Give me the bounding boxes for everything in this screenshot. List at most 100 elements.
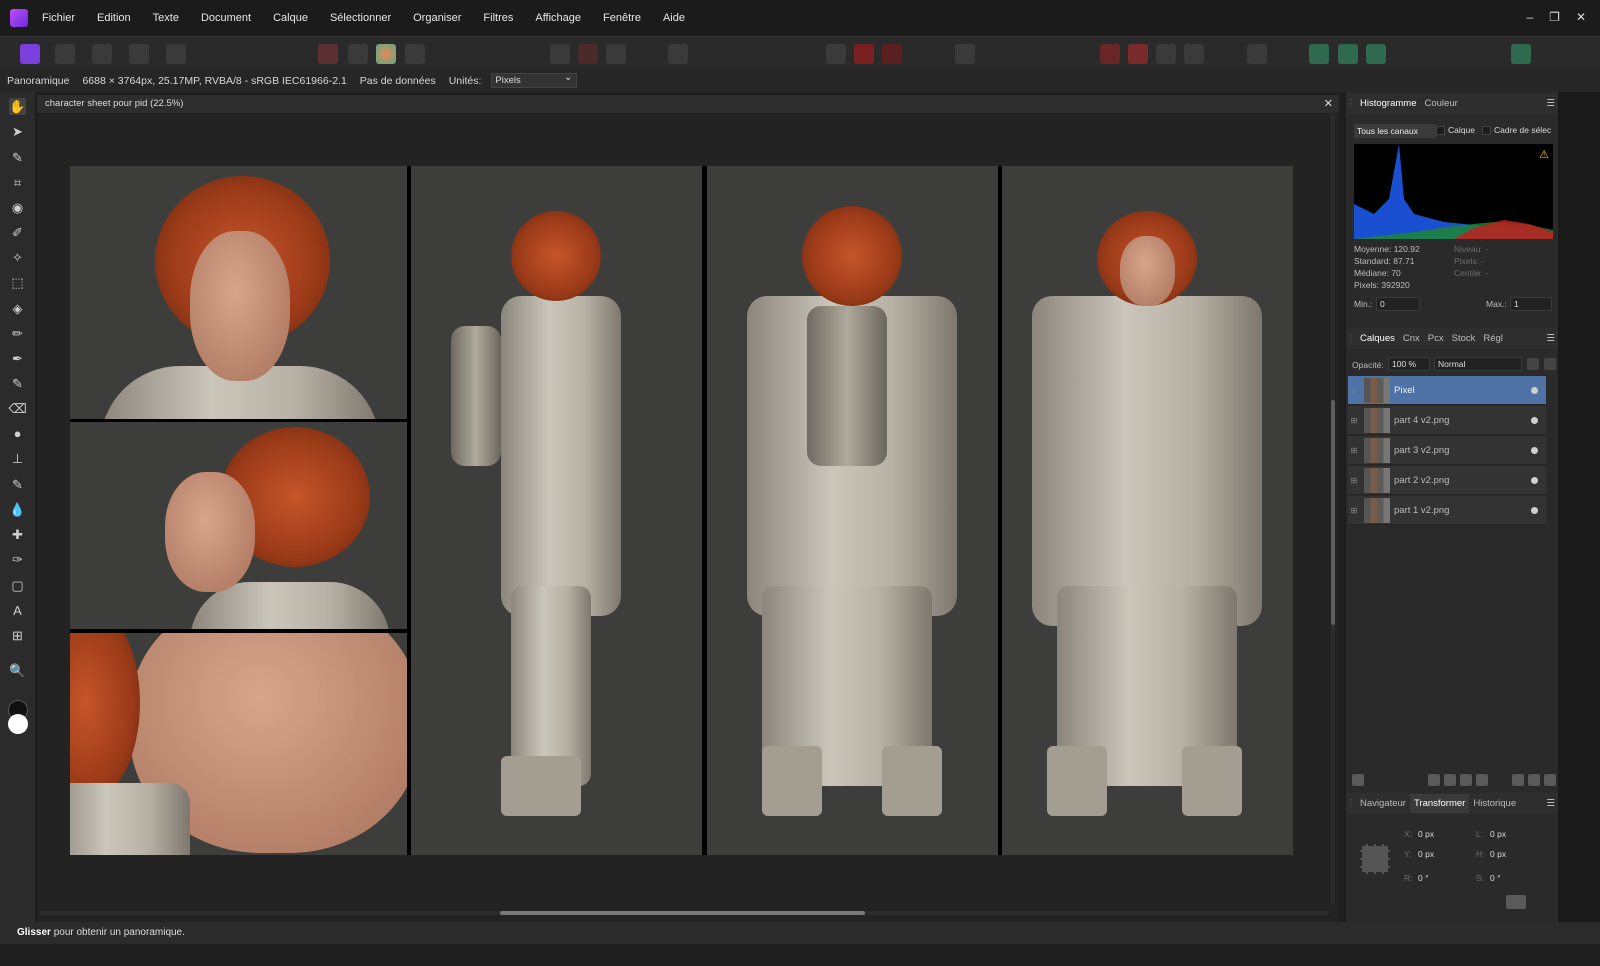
- document-tab[interactable]: character sheet pour pid (22.5%) ✕: [37, 95, 1339, 113]
- tab-couleur[interactable]: Couleur: [1421, 98, 1462, 109]
- erase-brush-icon[interactable]: ⌫: [8, 400, 26, 417]
- tone-mapping-persona-icon[interactable]: [129, 44, 149, 64]
- visibility-icon[interactable]: [1531, 416, 1538, 424]
- studio-icon[interactable]: [1309, 44, 1329, 64]
- layer-row-part1[interactable]: ⊞ part 1 v2.png: [1348, 496, 1546, 525]
- rectangle-tool-icon[interactable]: ▢: [9, 577, 26, 594]
- mask-layer-icon[interactable]: [1428, 774, 1440, 786]
- zoom-tool-icon[interactable]: 🔍: [9, 662, 26, 679]
- healing-brush-icon[interactable]: ✚: [9, 526, 26, 543]
- select-all-icon[interactable]: [550, 44, 570, 64]
- tab-histogramme[interactable]: Histogramme: [1356, 98, 1421, 109]
- visibility-icon[interactable]: [1531, 386, 1538, 394]
- panel-menu-icon[interactable]: ☰: [1546, 98, 1555, 109]
- layer-row-part2[interactable]: ⊞ part 2 v2.png: [1348, 466, 1546, 495]
- arrange-icon[interactable]: [1128, 44, 1148, 64]
- rotate-icon[interactable]: [882, 44, 902, 64]
- units-dropdown[interactable]: Pixels: [491, 71, 578, 88]
- panel-grip-icon[interactable]: ⋮: [1346, 333, 1356, 344]
- pixel-tool-icon[interactable]: ✒: [9, 350, 26, 367]
- close-document-icon[interactable]: ✕: [1324, 97, 1333, 110]
- mesh-warp-icon[interactable]: ⊞: [9, 627, 26, 644]
- channel-select[interactable]: Tous les canaux: [1354, 124, 1436, 138]
- blur-tool-icon[interactable]: 💧: [9, 501, 26, 518]
- pen-tool-icon[interactable]: ✑: [9, 551, 26, 568]
- photo-persona-icon[interactable]: [20, 44, 40, 64]
- adjustment-layer-icon[interactable]: [1444, 774, 1456, 786]
- layer-row-part3[interactable]: ⊞ part 3 v2.png: [1348, 436, 1546, 465]
- menu-edition[interactable]: Edition: [97, 12, 131, 24]
- transform-options-icon[interactable]: [1506, 895, 1526, 909]
- rotation-input[interactable]: 0 °: [1414, 871, 1466, 885]
- visibility-icon[interactable]: [1531, 476, 1538, 484]
- dodge-tool-icon[interactable]: ●: [9, 425, 26, 442]
- panel-menu-icon[interactable]: ☰: [1546, 333, 1555, 344]
- menu-filtres[interactable]: Filtres: [483, 12, 513, 24]
- move-tool-icon[interactable]: ➤: [9, 123, 26, 140]
- group-layer-icon[interactable]: [1512, 774, 1524, 786]
- export-persona-icon[interactable]: [166, 44, 186, 64]
- history-icon[interactable]: [1366, 44, 1386, 64]
- opacity-input[interactable]: 100 %: [1388, 357, 1430, 371]
- expand-icon[interactable]: ⊞: [1348, 476, 1360, 485]
- pan-tool-icon[interactable]: ✋: [9, 98, 26, 115]
- boolean-subtract-icon[interactable]: [1184, 44, 1204, 64]
- gear-icon[interactable]: [1527, 358, 1539, 370]
- restore-button[interactable]: ❐: [1549, 10, 1560, 24]
- boolean-add-icon[interactable]: [1156, 44, 1176, 64]
- panel-menu-icon[interactable]: ☰: [1546, 798, 1555, 809]
- x-input[interactable]: 0 px: [1414, 827, 1466, 841]
- auto-white-balance-icon[interactable]: [405, 44, 425, 64]
- affinity-photo-logo[interactable]: [10, 9, 28, 27]
- tab-cnx[interactable]: Cnx: [1399, 333, 1424, 344]
- tab-transformer[interactable]: Transformer: [1409, 794, 1470, 813]
- selection-checkbox[interactable]: [1482, 126, 1491, 135]
- menu-fichier[interactable]: Fichier: [42, 12, 75, 24]
- align-icon[interactable]: [826, 44, 846, 64]
- color-picker-icon[interactable]: ✎: [9, 149, 26, 166]
- max-input[interactable]: 1: [1510, 297, 1552, 311]
- tab-calques[interactable]: Calques: [1356, 333, 1399, 344]
- layer-row-pixel[interactable]: » Pixel: [1348, 376, 1546, 405]
- lock-icon[interactable]: [1544, 358, 1556, 370]
- crop-tool-icon[interactable]: ⌗: [9, 174, 26, 191]
- menu-document[interactable]: Document: [201, 12, 251, 24]
- shear-input[interactable]: 0 °: [1486, 871, 1538, 885]
- user-account-icon[interactable]: [1511, 44, 1531, 64]
- retouch-tool-icon[interactable]: ✎: [9, 476, 26, 493]
- background-color-swatch[interactable]: [8, 714, 28, 734]
- red-eye-tool-icon[interactable]: ◉: [9, 199, 26, 216]
- paint-brush-icon[interactable]: ✏: [9, 325, 26, 342]
- fx-icon[interactable]: [1460, 774, 1472, 786]
- auto-colors-icon[interactable]: [376, 44, 396, 64]
- close-window-button[interactable]: ✕: [1576, 10, 1586, 24]
- trash-icon[interactable]: [1544, 774, 1556, 786]
- pages-icon[interactable]: [1338, 44, 1358, 64]
- tab-pcx[interactable]: Pcx: [1424, 333, 1448, 344]
- vertical-scrollbar[interactable]: [1329, 115, 1337, 905]
- menu-aide[interactable]: Aide: [663, 12, 685, 24]
- assistant-icon[interactable]: [955, 44, 975, 64]
- tab-stock[interactable]: Stock: [1448, 333, 1480, 344]
- expand-icon[interactable]: ⊞: [1348, 506, 1360, 515]
- expand-icon[interactable]: »: [1348, 386, 1360, 395]
- panel-grip-icon[interactable]: ⋮: [1346, 798, 1356, 809]
- levels-icon[interactable]: [318, 44, 338, 64]
- menu-organiser[interactable]: Organiser: [413, 12, 461, 24]
- blend-mode-select[interactable]: Normal: [1434, 357, 1522, 371]
- horizontal-scrollbar[interactable]: [40, 908, 1329, 918]
- y-input[interactable]: 0 px: [1414, 847, 1466, 861]
- menu-texte[interactable]: Texte: [153, 12, 179, 24]
- snapping-icon[interactable]: [1100, 44, 1120, 64]
- menu-calque[interactable]: Calque: [273, 12, 308, 24]
- auto-contrast-icon[interactable]: [348, 44, 368, 64]
- visibility-icon[interactable]: [1531, 446, 1538, 454]
- flood-fill-icon[interactable]: ◈: [9, 300, 26, 317]
- invert-selection-icon[interactable]: [606, 44, 626, 64]
- layer-row-part4[interactable]: ⊞ part 4 v2.png: [1348, 406, 1546, 435]
- visibility-icon[interactable]: [1531, 506, 1538, 514]
- menu-fenetre[interactable]: Fenêtre: [603, 12, 641, 24]
- min-input[interactable]: 0: [1376, 297, 1420, 311]
- marquee-tool-icon[interactable]: ⬚: [9, 274, 26, 291]
- layer-copy-icon[interactable]: [1352, 774, 1364, 786]
